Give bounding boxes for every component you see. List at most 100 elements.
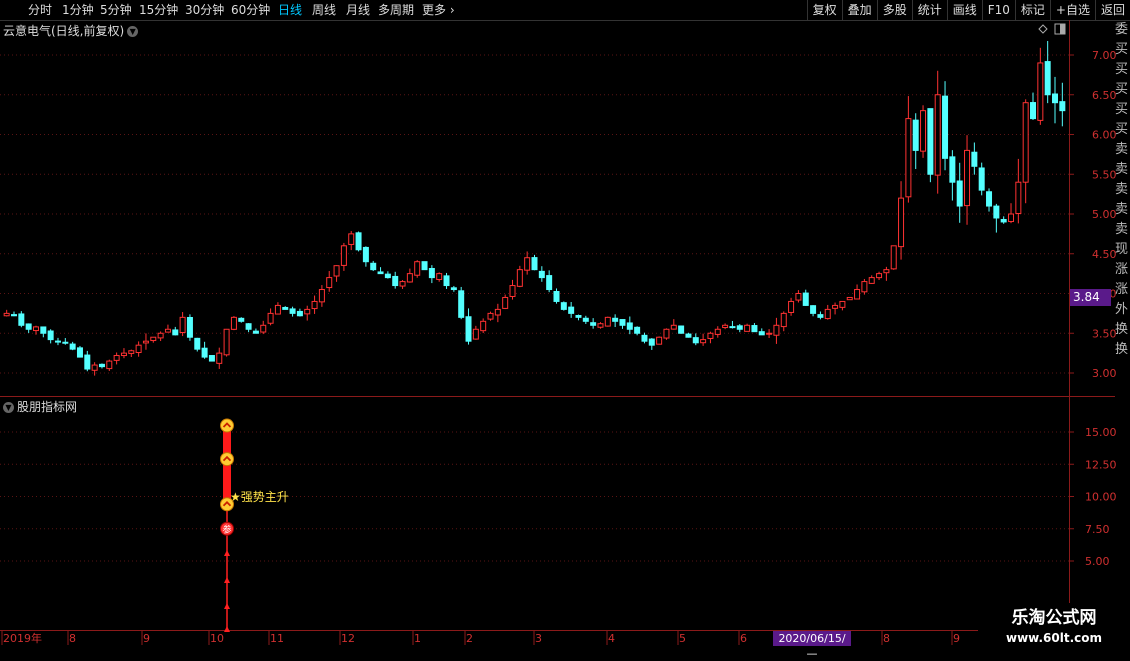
candle bbox=[179, 312, 186, 337]
x-tick-label: 2 bbox=[466, 632, 473, 645]
candle bbox=[47, 329, 54, 344]
quote-side-strip: 委买买买买买卖卖卖卖卖现涨涨外换换 bbox=[1115, 20, 1130, 630]
x-tick-label: 12 bbox=[341, 632, 355, 645]
indicator-title: ▼ 股朋指标网 bbox=[3, 398, 77, 415]
quote-strip-glyph: 换 bbox=[1115, 342, 1129, 357]
candle-body bbox=[626, 322, 633, 330]
candle-body bbox=[472, 328, 479, 340]
candle bbox=[956, 162, 963, 223]
candle bbox=[201, 341, 208, 359]
candle bbox=[370, 260, 377, 272]
candle bbox=[832, 302, 839, 315]
candle bbox=[993, 203, 1000, 233]
candle bbox=[1008, 203, 1015, 224]
candle bbox=[238, 317, 245, 323]
window-toggle-icon[interactable] bbox=[1054, 23, 1066, 35]
candle bbox=[729, 320, 736, 329]
candle-body bbox=[956, 180, 963, 207]
candle-body bbox=[150, 336, 157, 342]
indicator-y-tick-label: 5.00 bbox=[1085, 555, 1110, 568]
candle bbox=[780, 311, 787, 332]
candle-body bbox=[509, 285, 516, 297]
candle-body bbox=[905, 118, 912, 198]
quote-strip-glyph: 卖 bbox=[1115, 142, 1129, 157]
candle-body bbox=[377, 271, 384, 275]
candle bbox=[25, 323, 32, 333]
candle bbox=[751, 323, 758, 333]
y-tick-label: 5.50 bbox=[1092, 168, 1117, 181]
candle bbox=[472, 325, 479, 340]
kline-chart[interactable]: 7.006.506.005.505.004.504.003.503.00 15.… bbox=[0, 0, 1130, 650]
candle-body bbox=[978, 167, 985, 191]
chevron-down-icon[interactable]: ▼ bbox=[3, 402, 14, 413]
candle bbox=[157, 331, 164, 342]
candle bbox=[927, 108, 934, 183]
candle bbox=[890, 245, 897, 270]
candle-body bbox=[560, 302, 567, 310]
watermark-title: 乐淘公式网 bbox=[1011, 608, 1097, 628]
candle-body bbox=[98, 363, 105, 368]
candle-body bbox=[201, 347, 208, 358]
candle-body bbox=[942, 95, 949, 159]
candle-body bbox=[604, 316, 611, 327]
candle-body bbox=[758, 331, 765, 336]
candle-body bbox=[575, 315, 582, 318]
candle-body bbox=[355, 232, 362, 251]
candle bbox=[656, 336, 663, 345]
candle-body bbox=[399, 281, 406, 287]
candle-body bbox=[832, 304, 839, 309]
candle bbox=[443, 272, 450, 289]
candle-body bbox=[788, 300, 795, 313]
candle bbox=[839, 300, 846, 311]
candle bbox=[986, 188, 993, 212]
quote-strip-glyph: 涨 bbox=[1115, 282, 1129, 297]
candle-body bbox=[76, 347, 83, 358]
candle bbox=[458, 286, 465, 320]
candle-body bbox=[722, 324, 729, 329]
candle-body bbox=[516, 269, 523, 287]
candle bbox=[98, 363, 105, 369]
candle-body bbox=[883, 269, 890, 274]
candle bbox=[612, 314, 619, 328]
candle bbox=[692, 333, 699, 346]
candle-body bbox=[458, 290, 465, 318]
candle-body bbox=[84, 354, 91, 370]
candle bbox=[766, 329, 773, 338]
candle-body bbox=[912, 119, 919, 151]
candle-body bbox=[25, 323, 32, 330]
candle-body bbox=[648, 338, 655, 346]
y-tick-label: 3.00 bbox=[1092, 367, 1117, 380]
candle bbox=[230, 316, 237, 331]
diamond-icon[interactable] bbox=[1038, 24, 1048, 34]
candle bbox=[670, 319, 677, 330]
arrow-up-icon bbox=[224, 550, 230, 556]
arrow-up-icon bbox=[224, 626, 230, 632]
candle bbox=[54, 337, 61, 346]
candle bbox=[861, 278, 868, 295]
candle-body bbox=[1044, 61, 1051, 96]
candle bbox=[296, 308, 303, 317]
candle bbox=[516, 265, 523, 288]
candle-body bbox=[157, 332, 164, 339]
candle bbox=[546, 270, 553, 293]
candle bbox=[582, 315, 589, 325]
candle bbox=[634, 326, 641, 336]
candle-body bbox=[582, 317, 589, 322]
candle bbox=[76, 345, 83, 358]
arrow-up-icon bbox=[224, 577, 230, 583]
candle bbox=[531, 254, 538, 271]
candle bbox=[465, 308, 472, 345]
candle bbox=[714, 326, 721, 338]
candle-body bbox=[780, 312, 787, 328]
candle bbox=[700, 333, 707, 346]
candle bbox=[18, 311, 25, 328]
candle-body bbox=[172, 329, 179, 336]
candle bbox=[810, 305, 817, 317]
candle-body bbox=[238, 317, 245, 322]
x-tick-label: 3 bbox=[535, 632, 542, 645]
candle-body bbox=[634, 326, 641, 334]
candle bbox=[883, 266, 890, 281]
quote-strip-glyph: 卖 bbox=[1115, 222, 1129, 237]
candle-body bbox=[216, 352, 223, 364]
candle-body bbox=[920, 110, 927, 152]
